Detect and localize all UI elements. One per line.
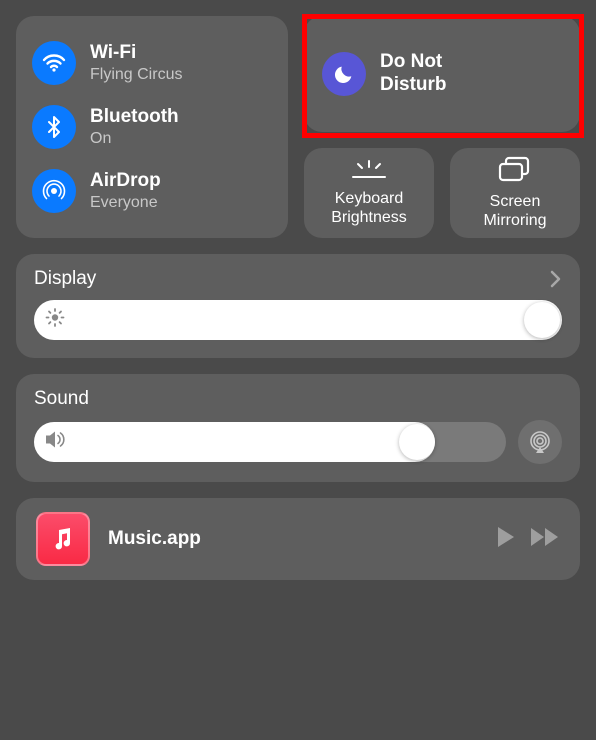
now-playing-app: Music.app — [108, 528, 478, 550]
dnd-label-1: Do Not — [380, 51, 447, 74]
wifi-icon — [32, 41, 76, 85]
airdrop-toggle[interactable]: AirDrop Everyone — [32, 169, 272, 213]
sound-panel: Sound — [16, 374, 580, 482]
keyboard-brightness-icon — [349, 159, 389, 181]
bluetooth-toggle[interactable]: Bluetooth On — [32, 105, 272, 149]
bluetooth-status: On — [90, 129, 179, 148]
keyboard-brightness-label-2: Brightness — [331, 208, 407, 227]
airdrop-icon — [32, 169, 76, 213]
dnd-label-2: Disturb — [380, 74, 447, 97]
bluetooth-title: Bluetooth — [90, 106, 179, 129]
screen-mirroring-icon — [498, 156, 532, 184]
keyboard-brightness-button[interactable]: Keyboard Brightness — [304, 148, 434, 238]
brightness-low-icon — [44, 307, 66, 334]
screen-mirroring-label-2: Mirroring — [483, 211, 546, 230]
next-track-button[interactable] — [530, 527, 560, 552]
chevron-right-icon[interactable] — [550, 270, 562, 288]
play-button[interactable] — [496, 526, 516, 553]
display-brightness-slider[interactable] — [34, 300, 562, 340]
now-playing-panel[interactable]: Music.app — [16, 498, 580, 580]
display-title: Display — [34, 268, 96, 290]
wifi-title: Wi-Fi — [90, 42, 182, 65]
screen-mirroring-button[interactable]: Screen Mirroring — [450, 148, 580, 238]
screen-mirroring-label-1: Screen — [483, 192, 546, 211]
music-app-icon — [36, 512, 90, 566]
sound-title: Sound — [34, 388, 89, 410]
wifi-toggle[interactable]: Wi-Fi Flying Circus — [32, 41, 272, 85]
bluetooth-icon — [32, 105, 76, 149]
volume-icon — [44, 430, 68, 455]
keyboard-brightness-label-1: Keyboard — [331, 189, 407, 208]
airplay-audio-button[interactable] — [518, 420, 562, 464]
airplay-icon — [527, 429, 553, 455]
sound-volume-slider[interactable] — [34, 422, 506, 462]
airdrop-title: AirDrop — [90, 170, 161, 193]
connectivity-panel: Wi-Fi Flying Circus Bluetooth On — [16, 16, 288, 238]
moon-icon — [322, 52, 366, 96]
control-center: Wi-Fi Flying Circus Bluetooth On — [0, 0, 596, 596]
display-panel: Display — [16, 254, 580, 358]
wifi-status: Flying Circus — [90, 65, 182, 84]
do-not-disturb-toggle[interactable]: Do Not Disturb — [304, 16, 580, 132]
airdrop-status: Everyone — [90, 193, 161, 212]
